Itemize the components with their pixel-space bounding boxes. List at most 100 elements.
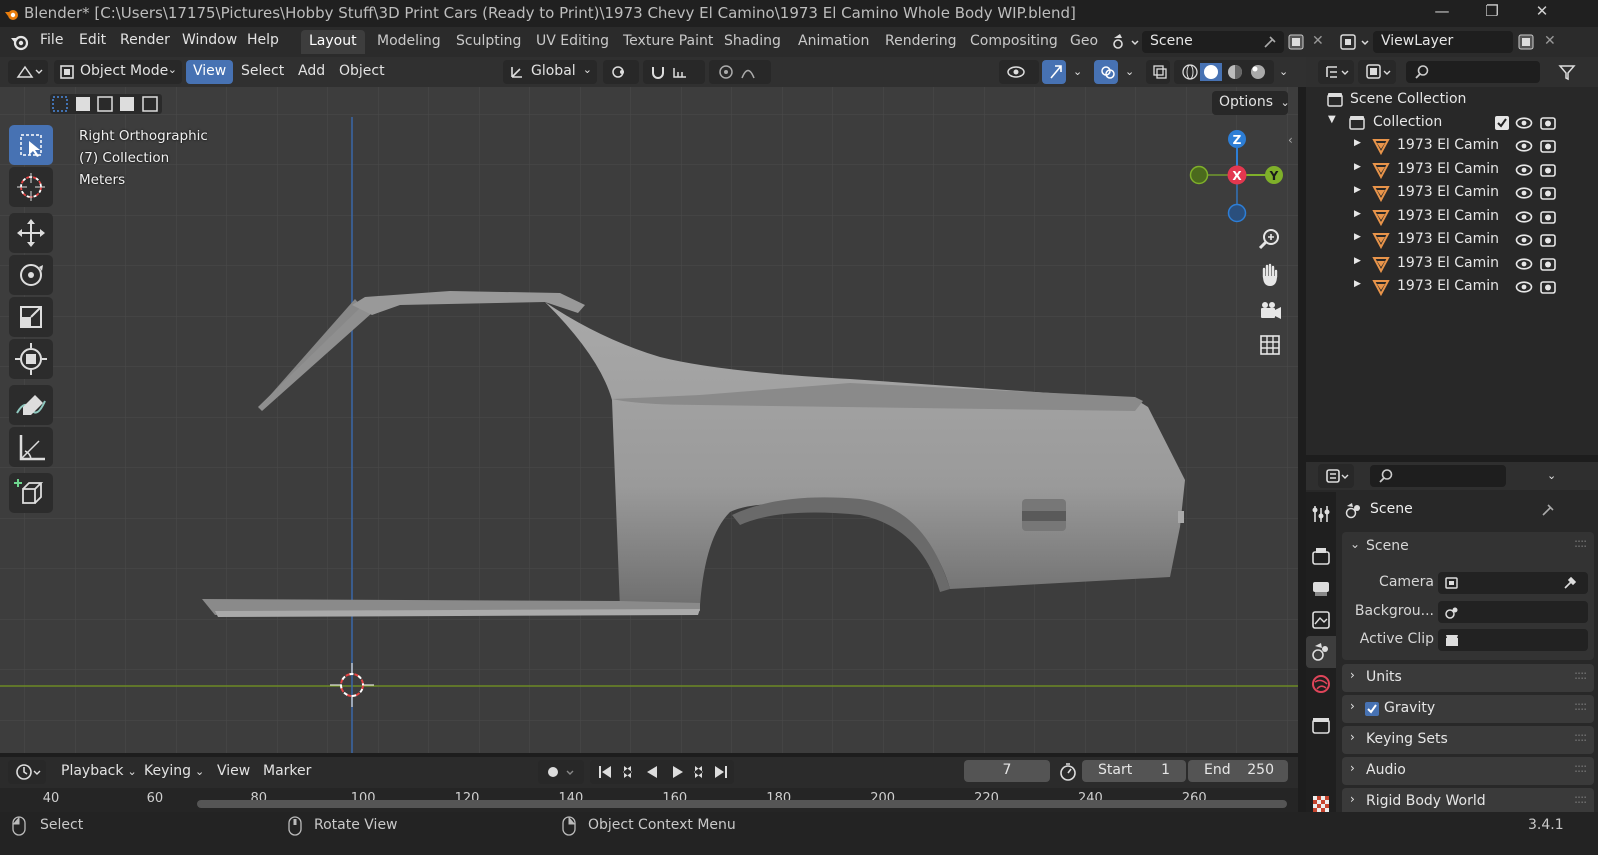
wireframe-shading-icon[interactable] [1182, 64, 1198, 80]
delete-viewlayer-icon[interactable]: ✕ [1544, 33, 1556, 49]
close-window-button[interactable]: ✕ [1522, 2, 1562, 24]
expand-arrow-icon[interactable]: ▶ [1354, 162, 1361, 172]
eye-icon[interactable] [1515, 185, 1533, 201]
timeline-scrollbar[interactable] [197, 800, 1287, 808]
delete-scene-icon[interactable]: ✕ [1312, 33, 1324, 49]
eye-icon[interactable] [1515, 138, 1533, 154]
outliner-search-input[interactable] [1406, 61, 1540, 83]
camera-render-icon[interactable] [1539, 114, 1557, 132]
tab-shading[interactable]: Shading [716, 30, 789, 54]
properties-editor-type[interactable] [1318, 464, 1354, 488]
tool-transform[interactable] [9, 339, 53, 379]
tab-geometry-nodes[interactable]: Geo [1062, 30, 1106, 54]
outliner-row-object[interactable]: ▶ 1973 El Camin [1306, 275, 1598, 298]
outliner-row-object[interactable]: ▶ 1973 El Camin [1306, 252, 1598, 275]
outliner-row-object[interactable]: ▶ 1973 El Camin [1306, 158, 1598, 181]
pivot-point-dropdown[interactable] [603, 60, 639, 84]
eye-icon[interactable] [1515, 162, 1533, 178]
gravity-checkbox[interactable] [1364, 701, 1380, 717]
view-layer-properties-tab-icon[interactable] [1309, 608, 1333, 632]
viewlayer-browse-icon[interactable] [1338, 32, 1372, 52]
expand-arrow-icon[interactable]: ▼ [1328, 114, 1336, 125]
menu-render[interactable]: Render [120, 32, 170, 52]
selection-mode-buttons[interactable] [50, 94, 162, 114]
scene-panel-header[interactable]: ⌄ Scene :::: [1342, 532, 1594, 562]
expand-arrow-icon[interactable]: ▶ [1354, 209, 1361, 219]
camera-render-icon[interactable] [1539, 231, 1557, 249]
keying-sets-panel[interactable]: › Keying Sets :::: [1342, 726, 1594, 754]
camera-render-icon[interactable] [1539, 255, 1557, 273]
expand-arrow-icon[interactable]: ▶ [1354, 185, 1361, 195]
menu-object[interactable]: Object [332, 60, 392, 84]
expand-arrow-icon[interactable]: ▶ [1354, 279, 1361, 289]
shading-dropdown[interactable]: ⌄ [1272, 60, 1292, 84]
overlays-dropdown[interactable]: ⌄ [1118, 60, 1138, 84]
snapping-toggle[interactable] [643, 60, 705, 84]
menu-edit[interactable]: Edit [79, 32, 106, 52]
drag-handle-icon[interactable]: :::: [1574, 761, 1587, 775]
outliner-row-object[interactable]: ▶ 1973 El Camin [1306, 205, 1598, 228]
end-frame-field[interactable]: End 250 [1188, 760, 1288, 782]
camera-render-icon[interactable] [1539, 208, 1557, 226]
prev-keyframe-icon[interactable] [623, 766, 632, 778]
expand-arrow-icon[interactable]: ▶ [1354, 138, 1361, 148]
jump-end-icon[interactable] [715, 766, 727, 778]
viewlayer-name-field[interactable]: ViewLayer [1373, 31, 1513, 53]
menu-view[interactable]: View [186, 60, 234, 84]
tool-annotate[interactable] [9, 385, 53, 425]
pin-icon[interactable] [1540, 502, 1556, 518]
outliner-row-object[interactable]: ▶ 1973 El Camin [1306, 228, 1598, 251]
world-properties-tab-icon[interactable] [1309, 672, 1333, 696]
select-invert-icon[interactable] [120, 97, 134, 111]
transform-orientation-dropdown[interactable]: Global ⌄ [503, 60, 597, 84]
exclude-checkbox-icon[interactable] [1494, 115, 1510, 131]
tool-cursor[interactable] [9, 167, 53, 207]
filter-icon[interactable] [1558, 63, 1576, 81]
tab-texture-paint[interactable]: Texture Paint [615, 30, 721, 54]
camera-render-icon[interactable] [1539, 161, 1557, 179]
play-icon[interactable] [673, 766, 683, 778]
material-preview-icon[interactable] [1228, 65, 1242, 79]
visibility-dropdown[interactable] [999, 60, 1039, 84]
render-properties-tab-icon[interactable] [1309, 544, 1333, 568]
drag-handle-icon[interactable]: :::: [1574, 668, 1587, 682]
tool-properties-tab-icon[interactable] [1309, 502, 1333, 526]
rigid-body-world-panel[interactable]: › Rigid Body World :::: [1342, 788, 1594, 812]
eyedropper-icon[interactable] [1562, 575, 1578, 591]
tab-modeling[interactable]: Modeling [369, 30, 449, 54]
units-panel[interactable]: › Units :::: [1342, 664, 1594, 692]
viewport-canvas[interactable]: Z Y X [0, 87, 1298, 753]
scene-browse-icon[interactable] [1110, 32, 1140, 52]
timeline-editor-type[interactable] [8, 760, 46, 784]
tool-move[interactable] [9, 213, 53, 253]
pin-icon[interactable] [1262, 34, 1278, 50]
neg-z-axis-icon[interactable] [1227, 203, 1247, 223]
active-clip-field[interactable] [1438, 629, 1588, 651]
drag-handle-icon[interactable]: :::: [1574, 730, 1587, 744]
tool-measure[interactable] [9, 427, 53, 467]
menu-select[interactable]: Select [234, 60, 291, 84]
gravity-panel[interactable]: › Gravity :::: [1342, 695, 1594, 723]
camera-render-icon[interactable] [1539, 278, 1557, 296]
area-divider[interactable] [1298, 87, 1306, 753]
camera-view-button[interactable] [1255, 296, 1285, 326]
tool-scale[interactable] [9, 297, 53, 337]
gizmo-toggle[interactable] [1042, 60, 1066, 84]
tool-rotate[interactable] [9, 255, 53, 295]
stopwatch-icon[interactable] [1058, 762, 1078, 782]
perspective-toggle-button[interactable] [1255, 330, 1285, 360]
sidebar-toggle-icon[interactable]: ‹ [1288, 133, 1293, 147]
start-frame-field[interactable]: Start 1 [1082, 760, 1186, 782]
menu-help[interactable]: Help [247, 32, 279, 52]
editor-type-selector[interactable] [8, 60, 48, 84]
rendered-shading-icon[interactable] [1251, 65, 1265, 79]
camera-render-icon[interactable] [1539, 137, 1557, 155]
select-extend-icon[interactable] [76, 97, 90, 111]
3d-viewport[interactable]: Z Y X Right Orthographic (7) Collection … [0, 87, 1298, 753]
eye-icon[interactable] [1515, 115, 1533, 131]
camera-field[interactable] [1438, 572, 1588, 594]
zoom-button[interactable] [1255, 224, 1285, 254]
solid-shading-icon[interactable] [1200, 63, 1222, 81]
minimize-button[interactable]: — [1422, 2, 1462, 24]
area-divider[interactable] [1298, 757, 1306, 812]
